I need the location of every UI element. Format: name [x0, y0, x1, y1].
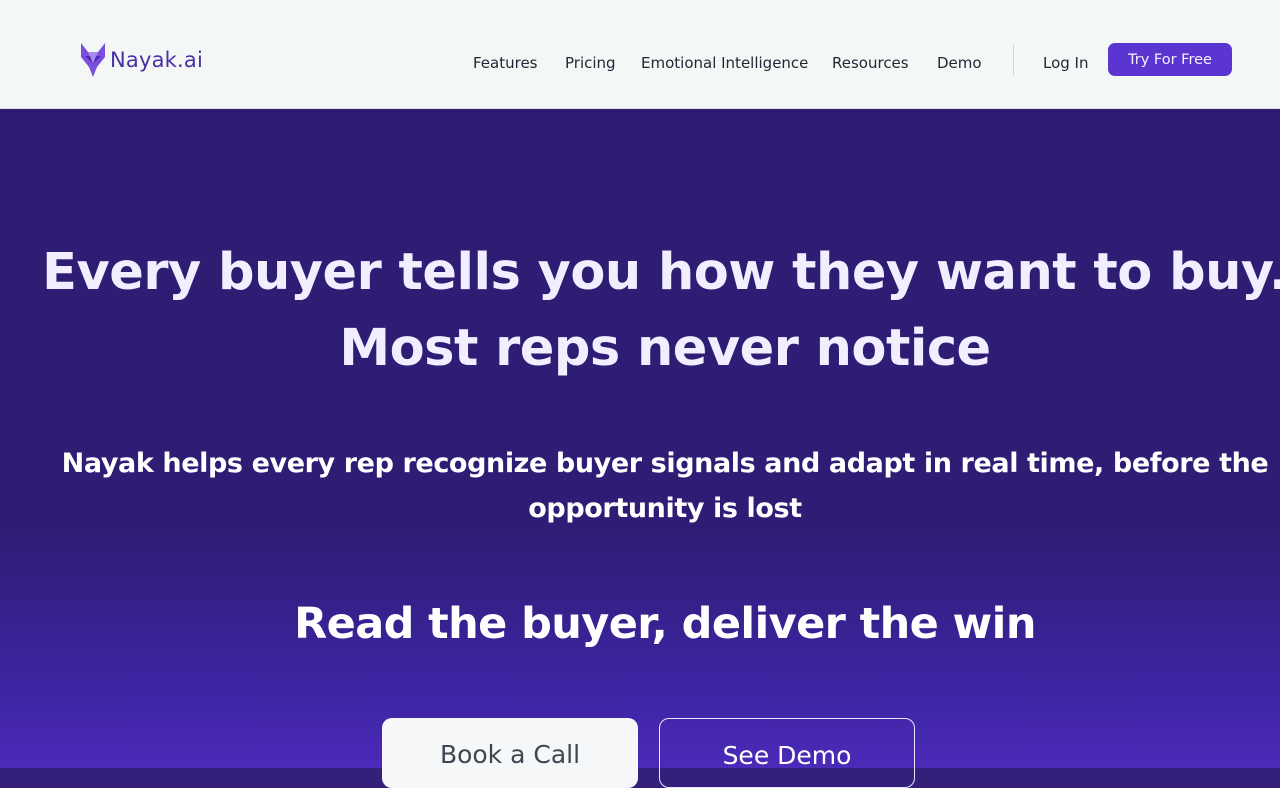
site-header: Nayak.ai Features Pricing Emotional Inte…: [0, 0, 1280, 109]
try-for-free-button[interactable]: Try For Free: [1108, 43, 1232, 76]
hero-subheadline: Nayak helps every rep recognize buyer si…: [61, 448, 1269, 524]
brand-logo-link[interactable]: Nayak.ai: [79, 43, 203, 77]
hero-headline-line-1: Every buyer tells you how they want to b…: [42, 243, 1280, 302]
nav-features[interactable]: Features: [473, 54, 538, 72]
see-demo-button[interactable]: See Demo: [659, 718, 915, 788]
login-link[interactable]: Log In: [1043, 54, 1089, 72]
nav-divider: [1013, 44, 1014, 76]
hero-tagline: Read the buyer, deliver the win: [294, 599, 1036, 649]
nav-resources[interactable]: Resources: [832, 54, 909, 72]
nav-pricing[interactable]: Pricing: [565, 54, 616, 72]
fox-head-logo-icon: [81, 43, 105, 77]
book-a-call-button[interactable]: Book a Call: [382, 718, 638, 788]
nav-emotional-intelligence[interactable]: Emotional Intelligence: [641, 54, 808, 72]
hero-headline-line-2: Most reps never notice: [339, 319, 991, 378]
nav-demo[interactable]: Demo: [937, 54, 982, 72]
brand-name: Nayak.ai: [110, 48, 204, 72]
hero-headline: Every buyer tells you how they want to b…: [30, 235, 1280, 387]
hero-section: [0, 110, 1280, 768]
